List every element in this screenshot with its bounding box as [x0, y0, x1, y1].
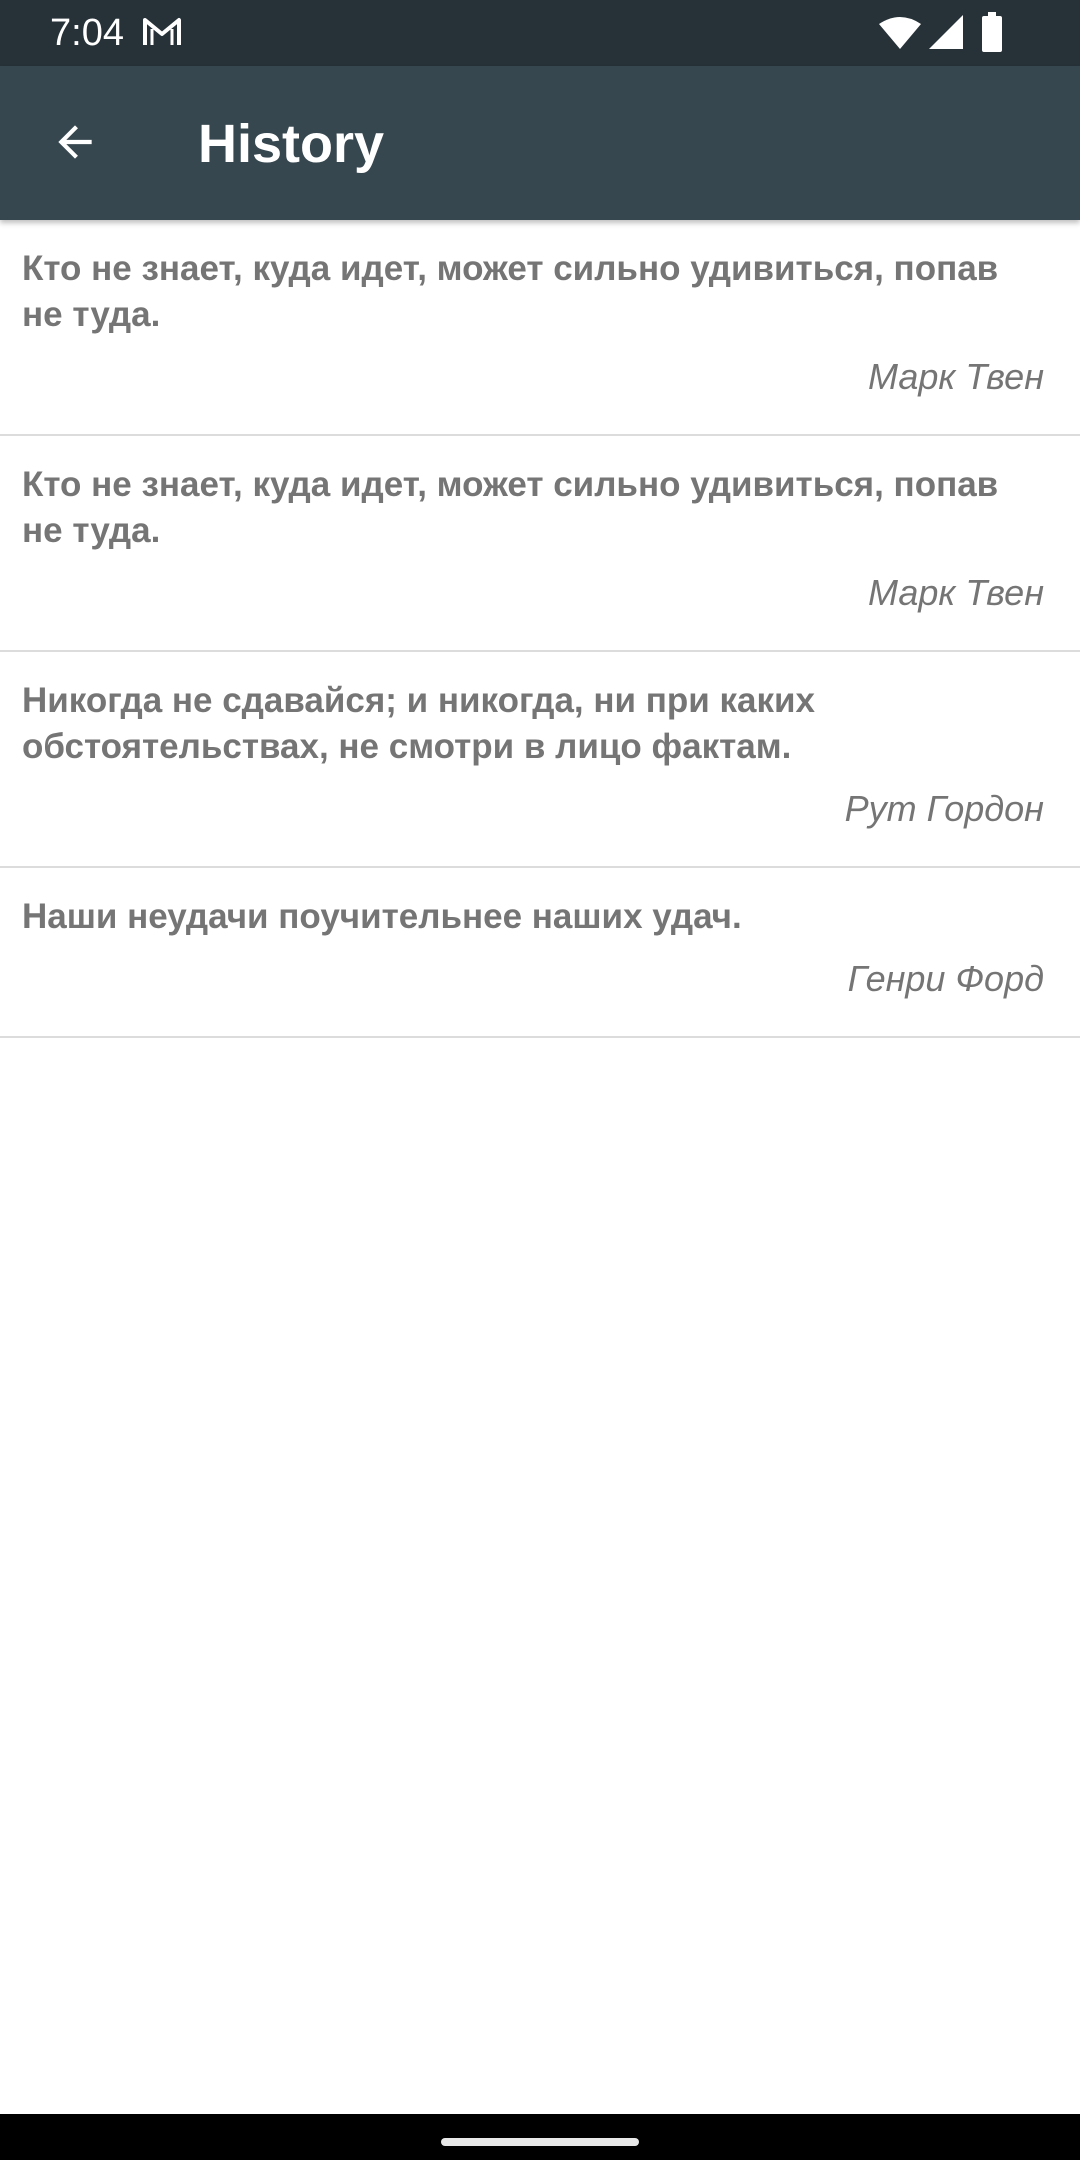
quote-text: Кто не знает, куда идет, может сильно уд…: [22, 249, 999, 334]
quote-author: Марк Твен: [867, 356, 1044, 397]
history-item[interactable]: Кто не знает, куда идет, может сильно уд…: [0, 220, 1080, 436]
app-bar: History: [0, 66, 1080, 220]
history-item[interactable]: Никогда не сдавайся; и никогда, ни при к…: [0, 652, 1080, 868]
history-item[interactable]: Кто не знает, куда идет, может сильно уд…: [0, 436, 1080, 652]
status-time: 7:04: [50, 12, 124, 54]
status-bar: 7:04: [0, 0, 1080, 66]
quote-text: Наши неудачи поучительнее наших удач.: [22, 897, 742, 936]
page-title: History: [198, 114, 385, 174]
history-list: Кто не знает, куда идет, может сильно уд…: [0, 220, 1080, 1038]
navigation-bar: [0, 2114, 1080, 2160]
quote-text: Кто не знает, куда идет, может сильно уд…: [22, 465, 999, 550]
arrow-back-icon: [50, 117, 100, 172]
quote-author: Рут Гордон: [844, 788, 1044, 829]
history-item[interactable]: Наши неудачи поучительнее наших удач. Ге…: [0, 868, 1080, 1038]
quote-text: Никогда не сдавайся; и никогда, ни при к…: [22, 681, 815, 766]
cell-signal-icon: [928, 14, 964, 50]
quote-author: Марк Твен: [867, 572, 1044, 613]
battery-icon: [980, 12, 1004, 52]
wifi-icon: [878, 16, 922, 50]
back-button[interactable]: [30, 102, 120, 186]
home-gesture-handle[interactable]: [441, 2138, 639, 2146]
gmail-icon: [142, 16, 182, 48]
quote-author: Генри Форд: [847, 958, 1044, 999]
